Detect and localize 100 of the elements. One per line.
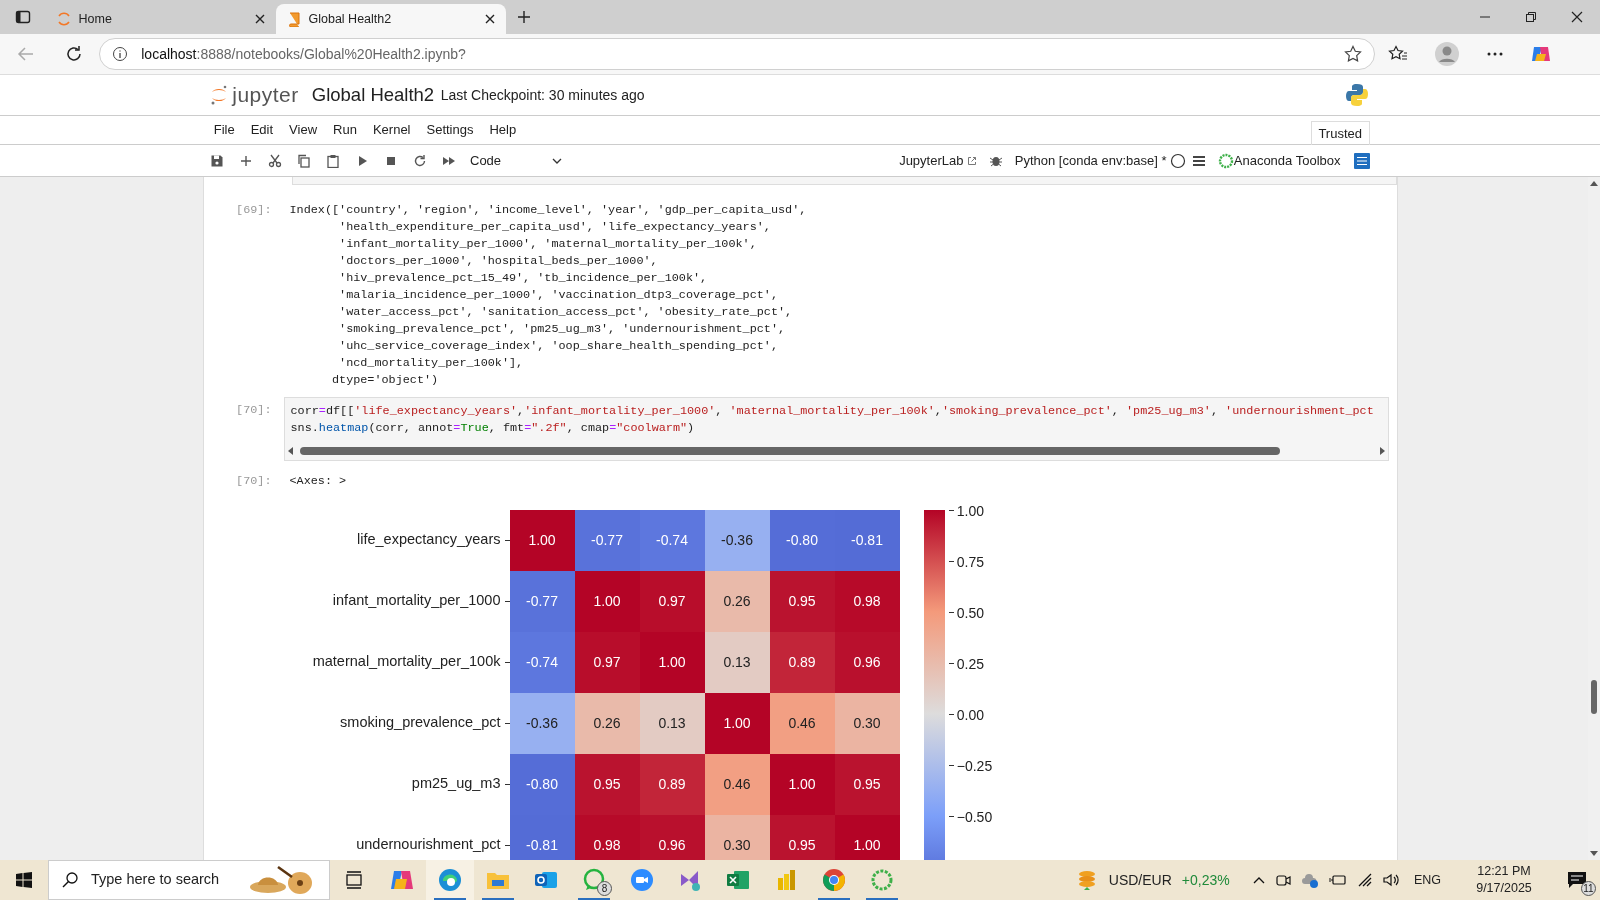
notification-badge: 8 [597, 881, 612, 896]
tick-label: 0.25 [956, 654, 984, 674]
heatmap-cell: -0.36 [704, 509, 770, 571]
heatmap-cell: 0.97 [574, 631, 640, 693]
task-view-icon[interactable] [345, 871, 363, 889]
menu-item[interactable]: View [281, 120, 326, 140]
output-line: 'health_expenditure_per_capita_usd', 'life_expectancy_years', [338, 219, 772, 236]
heatmap-cell: 0.95 [574, 753, 640, 815]
taskbar-app-button[interactable] [426, 860, 474, 900]
language-indicator[interactable]: ENG [1413, 870, 1441, 890]
info-icon[interactable] [112, 46, 129, 62]
tick-label: 1.00 [956, 501, 984, 521]
code-editor[interactable] [283, 397, 1389, 461]
ticker-label: USD/EUR [1108, 870, 1172, 890]
tab-actions-icon[interactable] [15, 9, 31, 25]
heatmap-cell: 1.00 [769, 753, 835, 815]
heatmap-cell: 1.00 [574, 570, 640, 632]
heatmap-cell: 0.26 [574, 692, 640, 754]
close-icon[interactable] [484, 13, 496, 25]
speaker-icon[interactable] [1382, 873, 1401, 887]
loading-icon [56, 11, 72, 27]
chevron-up-icon[interactable] [1252, 876, 1265, 884]
heatmap-cell: 0.26 [704, 570, 770, 632]
browser-tab[interactable]: Global Health2 [276, 4, 506, 34]
notebook-title[interactable]: Global Health2 [311, 81, 435, 109]
cell-type-dropdown[interactable]: Code [470, 150, 562, 171]
star-icon[interactable] [1344, 45, 1363, 63]
menu-item[interactable]: Help [481, 120, 525, 140]
copy-icon[interactable] [297, 153, 311, 168]
browser-tab[interactable]: Home [46, 4, 276, 34]
external-link-icon[interactable] [966, 155, 977, 166]
heatmap-cell: 0.95 [769, 570, 835, 632]
profile-icon[interactable] [1434, 41, 1461, 67]
tick-label: 0.50 [956, 603, 984, 623]
refresh-icon[interactable] [65, 45, 83, 63]
checkpoint-text: Last Checkpoint: 30 minutes ago [440, 85, 645, 105]
heatmap-cell: 0.96 [639, 814, 705, 860]
kernel-name[interactable]: Python [conda env:base] * [1014, 150, 1167, 171]
heatmap-cell: 0.30 [704, 814, 770, 860]
url-text: localhost:8888/notebooks/Global%20Health2.ipynb? [141, 44, 467, 64]
camera-icon[interactable] [1274, 872, 1291, 888]
ring-app-icon [870, 868, 894, 892]
clock[interactable]: 12:21 PM 9/17/2025 [1464, 863, 1544, 897]
heatmap-cell: 1.00 [834, 814, 900, 860]
code-line: sns.heatmap(corr, annot=True, fmt=".2f", cmap="coolwarm") [290, 420, 696, 437]
heatmap-cell: 0.13 [704, 631, 770, 693]
taskbar-app-button[interactable]: 8 [570, 860, 618, 900]
heatmap-cell: -0.80 [769, 509, 835, 571]
anaconda-ring-icon [1217, 152, 1234, 169]
tick-label: 0.00 [956, 705, 984, 725]
notification-badge: 11 [1581, 881, 1596, 896]
menu-item[interactable]: Settings [418, 120, 482, 140]
output-line: 'hiv_prevalence_pct_15_49', 'tb_incidence_per_100k', [338, 270, 709, 287]
new-tab-icon[interactable] [517, 10, 531, 24]
jupyterlab-link[interactable]: JupyterLab [899, 150, 964, 171]
close-icon[interactable] [254, 13, 266, 25]
heatmap-cell: -0.81 [834, 509, 900, 571]
trusted-button[interactable]: Trusted [1310, 120, 1370, 145]
restart-icon[interactable] [413, 153, 427, 168]
heatmap-cell: -0.77 [509, 570, 575, 632]
cut-icon[interactable] [268, 153, 282, 168]
more-icon[interactable] [1486, 51, 1505, 57]
chat-app-icon [582, 868, 606, 892]
menu-item[interactable]: Run [325, 120, 365, 140]
menu-icon[interactable] [1192, 154, 1205, 167]
cloud-icon[interactable] [1300, 872, 1319, 888]
favorites-icon[interactable] [1388, 45, 1409, 63]
menu-item[interactable]: Kernel [364, 120, 419, 140]
heatmap-cell: 0.95 [834, 753, 900, 815]
restore-icon[interactable] [1525, 11, 1537, 23]
address-bar[interactable]: localhost:8888/notebooks/Global%20Health2.ipynb? [99, 38, 1376, 70]
heatmap-cell: 0.96 [834, 631, 900, 693]
heatmap-cell: -0.77 [574, 509, 640, 571]
save-icon[interactable] [210, 153, 224, 168]
heatmap-cell: -0.81 [509, 814, 575, 860]
battery-icon[interactable] [1328, 873, 1347, 887]
heatmap-cell: 0.98 [834, 570, 900, 632]
output-line: 'ncd_mortality_per_100k'], [338, 355, 525, 372]
add-icon[interactable] [239, 153, 253, 168]
tick-label: −0.50 [956, 807, 993, 827]
paste-icon[interactable] [326, 153, 340, 168]
menu-item[interactable]: Edit [242, 120, 282, 140]
axis-label: maternal_mortality_per_100k [312, 652, 501, 672]
settings-panel-icon[interactable] [1353, 152, 1370, 169]
axis-label: life_expectancy_years [357, 530, 501, 550]
search-field[interactable]: Type here to search [48, 860, 330, 900]
heatmap-cell: 1.00 [704, 692, 770, 754]
output-line: 'malaria_incidence_per_1000', 'vaccination_dtp3_coverage_pct', [338, 287, 779, 304]
windows-icon[interactable] [16, 872, 32, 888]
heatmap-cell: 0.97 [639, 570, 705, 632]
close-icon[interactable] [1571, 11, 1583, 23]
heatmap-cell: 0.95 [769, 814, 835, 860]
bug-icon[interactable] [989, 154, 1002, 167]
anaconda-toolbox-button[interactable]: Anaconda Toolbox [1217, 150, 1341, 171]
axis-label: pm25_ug_m3 [411, 774, 501, 794]
chevron-down-icon [552, 157, 562, 164]
heatmap-cell: 1.00 [639, 631, 705, 693]
copilot-icon [390, 868, 414, 892]
menu-item[interactable]: File [205, 120, 243, 140]
cell-prompt: [70]: [235, 472, 273, 490]
